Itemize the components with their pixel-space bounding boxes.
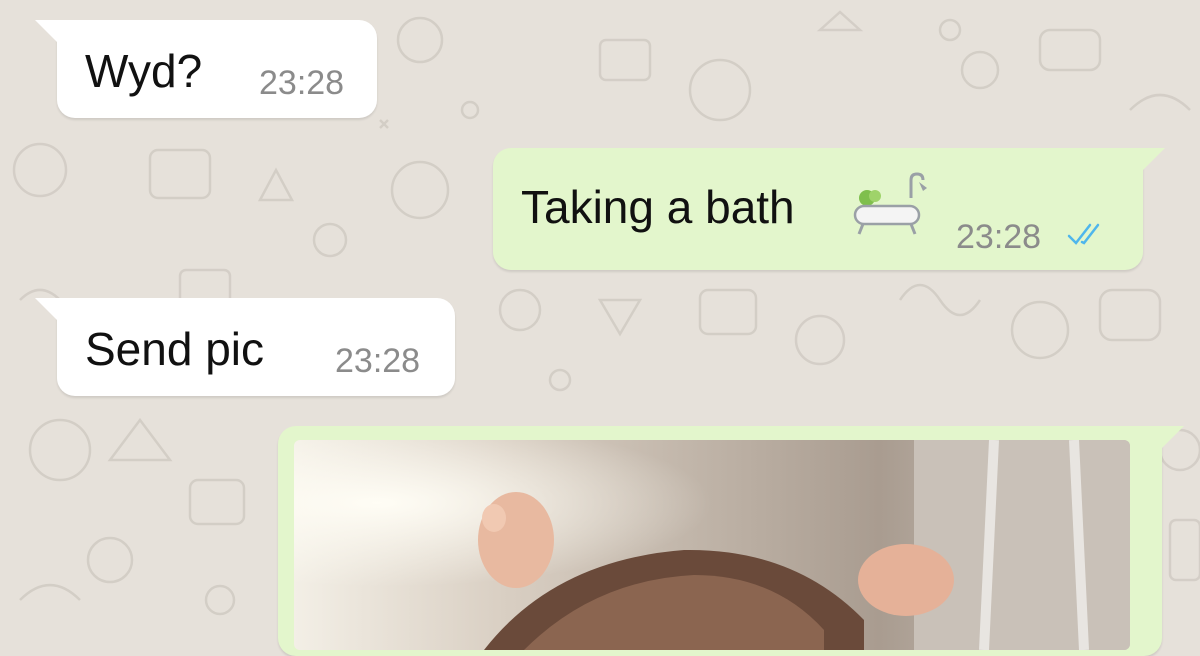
bubble-tail — [35, 298, 61, 324]
message-bubble-incoming[interactable]: Wyd? 23:28 — [35, 20, 377, 118]
message-timestamp: 23:28 — [335, 342, 421, 380]
bathtub-icon — [853, 172, 927, 235]
read-receipt-icon — [1067, 223, 1100, 245]
bubble-tail — [35, 20, 61, 46]
message-bubble-outgoing[interactable]: Taking a bath 23:28 — [493, 148, 1165, 270]
message-bubble-incoming[interactable]: Send pic 23:28 — [35, 298, 455, 396]
message-text: Taking a bath — [521, 181, 795, 233]
message-text: Send pic — [85, 323, 265, 375]
shared-photo[interactable] — [294, 440, 1130, 650]
message-timestamp: 23:28 — [259, 64, 345, 102]
message-text: Wyd? — [85, 45, 203, 97]
message-timestamp: 23:28 — [956, 218, 1042, 256]
image-message-outgoing[interactable] — [278, 426, 1184, 656]
bubble-tail — [1139, 148, 1165, 174]
bubble-tail — [1158, 426, 1184, 452]
